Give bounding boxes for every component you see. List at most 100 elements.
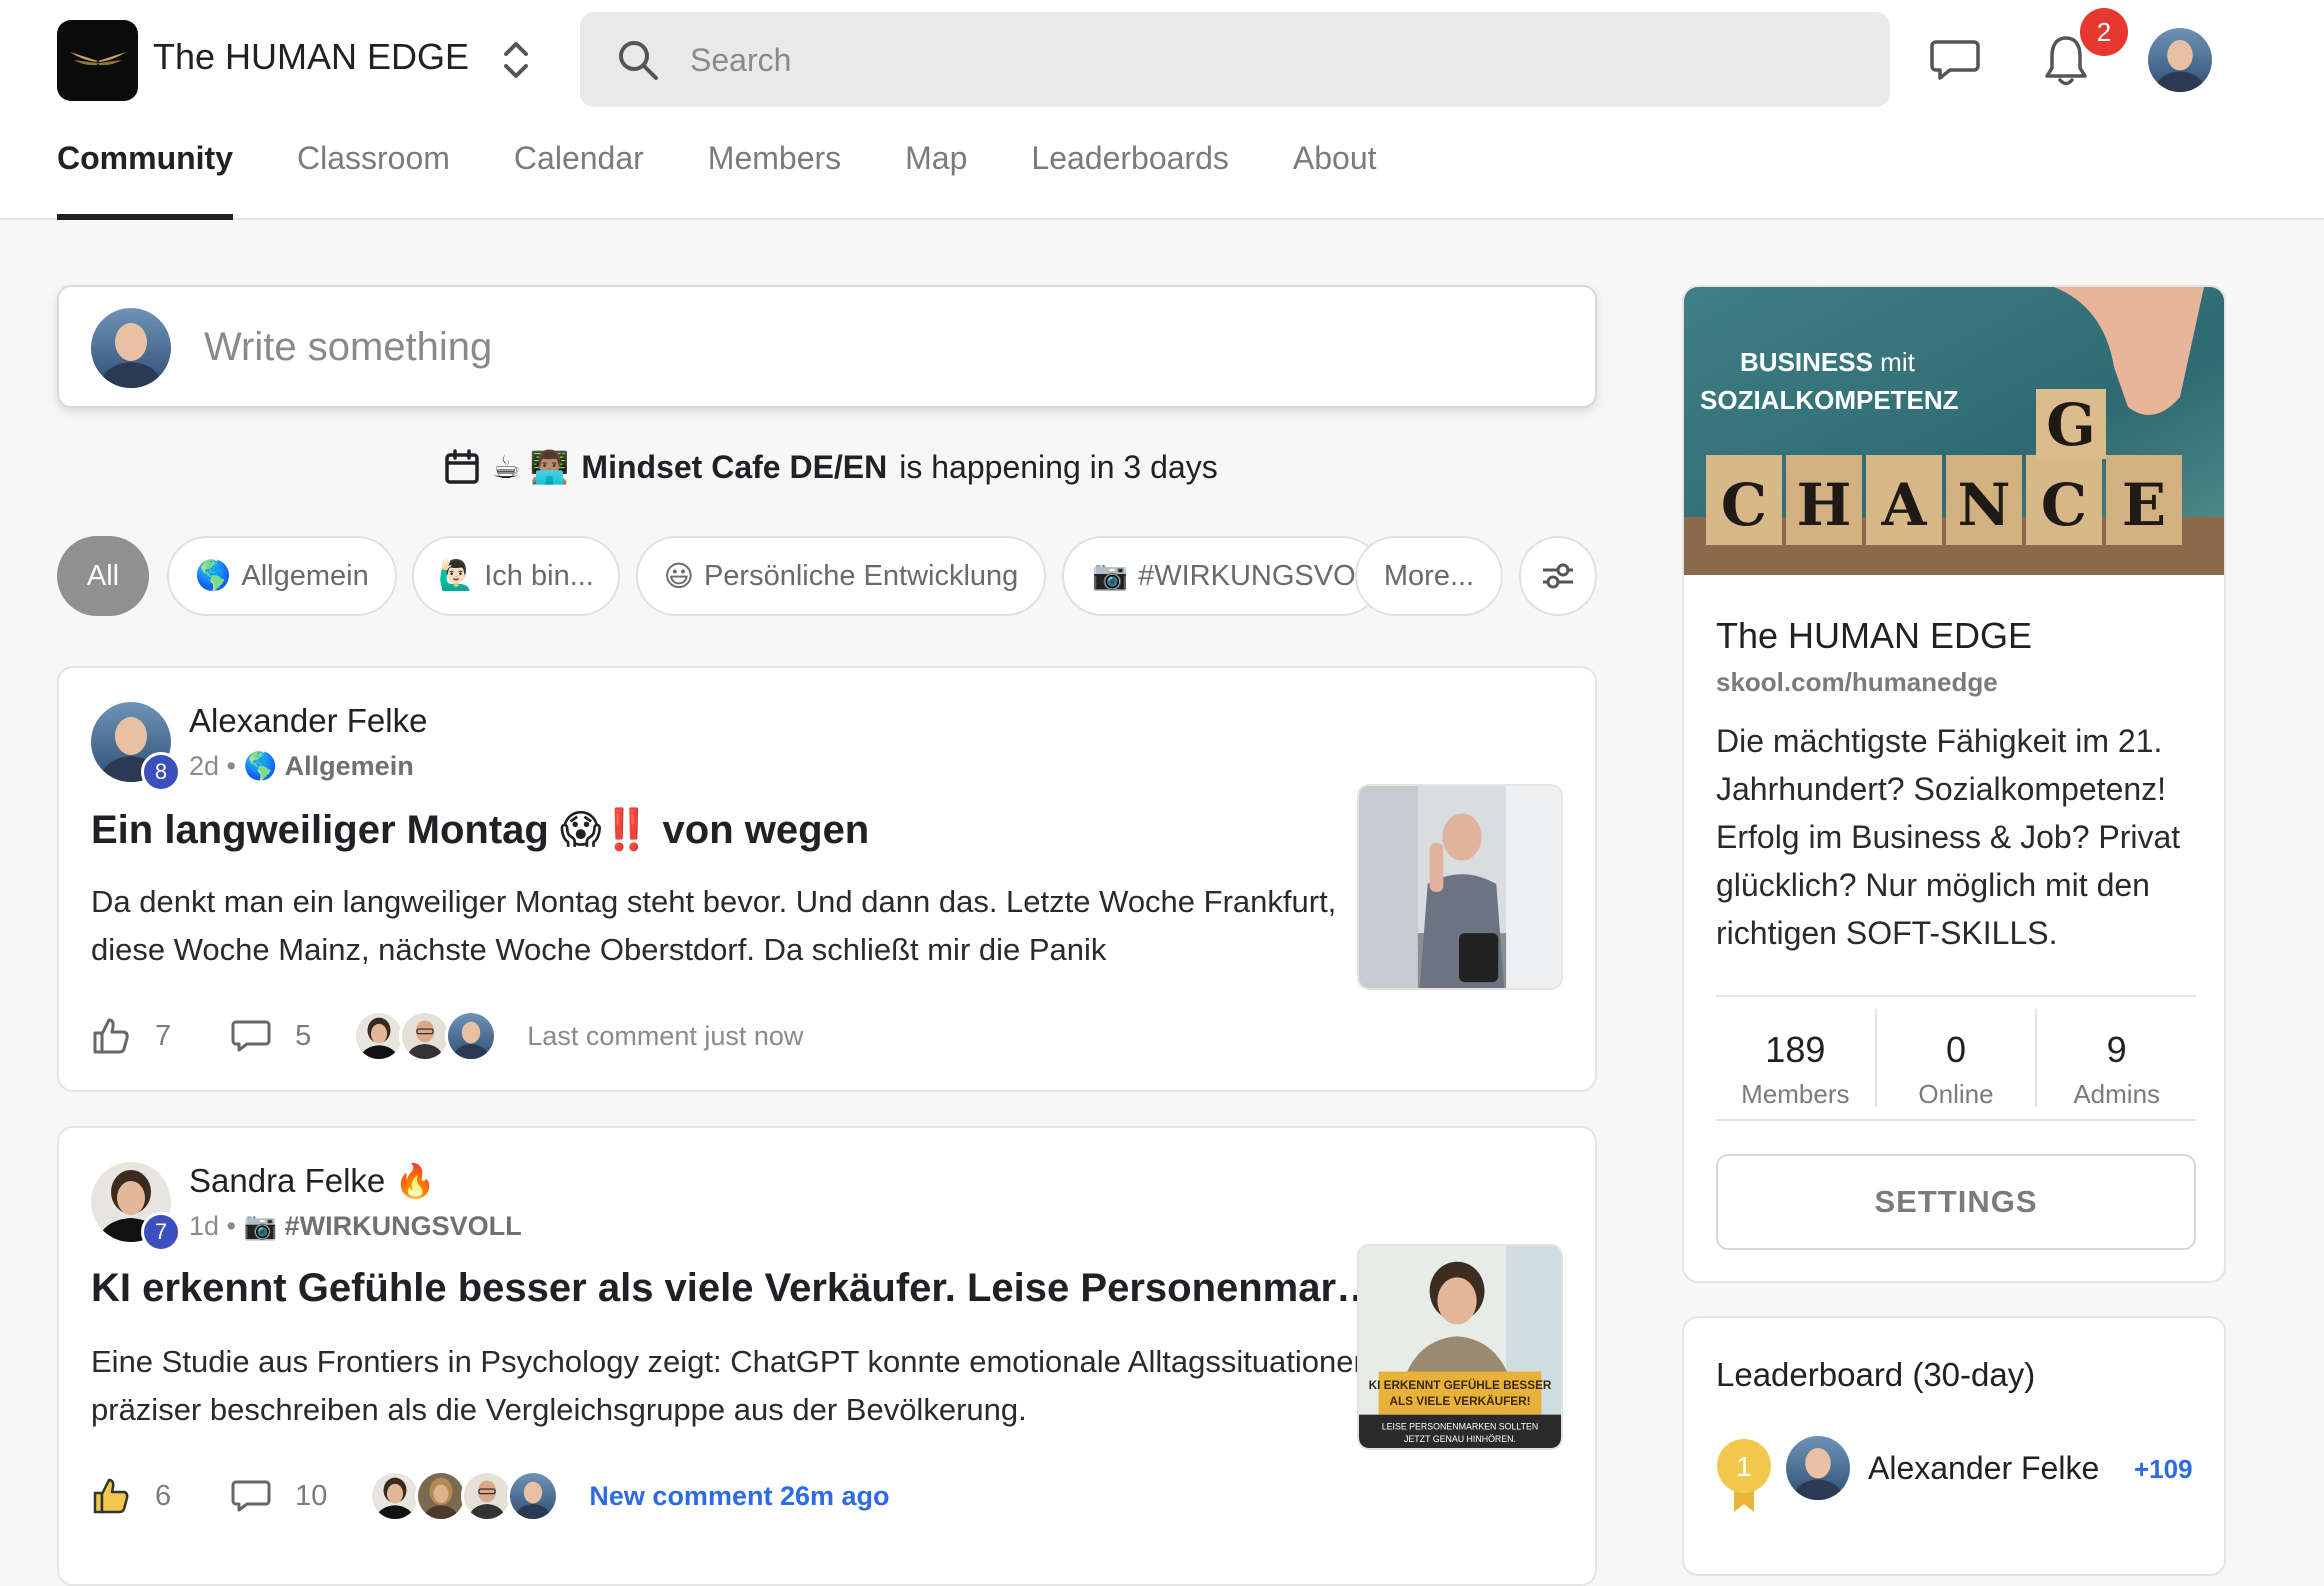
stat-label: Online — [1918, 1079, 1994, 1109]
post-card[interactable]: 8 Alexander Felke 2d • 🌎 Allgemein Ein l… — [57, 666, 1597, 1092]
stat-label: Admins — [2073, 1079, 2161, 1109]
stat-online[interactable]: 0 Online — [1877, 1009, 2038, 1109]
post-title[interactable]: KI erkennt Gefühle besser als viele Verk… — [91, 1266, 1381, 1311]
event-banner[interactable]: ☕ 👨🏽‍💻 Mindset Cafe DE/EN is happening i… — [444, 448, 1218, 486]
settings-button[interactable]: SETTINGS — [1716, 1154, 2196, 1250]
author-name[interactable]: Alexander Felke — [189, 702, 427, 740]
filter-ich-bin[interactable]: 🙋🏻‍♂️ Ich bin... — [412, 536, 620, 616]
author-name[interactable]: Sandra Felke 🔥 — [189, 1162, 436, 1201]
commenter-avatars — [353, 1010, 498, 1062]
comment-count: 5 — [295, 1019, 312, 1052]
chevron-updown-icon[interactable] — [498, 36, 534, 84]
event-emoji: ☕ 👨🏽‍💻 — [492, 449, 570, 485]
post-thumbnail[interactable]: KI ERKENNT GEFÜHLE BESSER ALS VIELE VERK… — [1357, 1244, 1563, 1450]
commenter-avatar[interactable] — [399, 1010, 452, 1062]
filter-more[interactable]: More... — [1355, 536, 1503, 616]
commenter-avatar[interactable] — [461, 1470, 514, 1522]
commenter-avatar[interactable] — [353, 1010, 406, 1062]
commenter-avatars — [369, 1470, 560, 1522]
cover-tagline-2: SOZIALKOMPETENZ — [1700, 385, 1959, 415]
commenter-avatar[interactable] — [369, 1470, 422, 1522]
leader-points: +109 — [2134, 1454, 2193, 1484]
composer-avatar — [91, 308, 171, 388]
post-excerpt[interactable]: Da denkt man ein langweiliger Montag ste… — [91, 878, 1381, 974]
leader-rank: 1 — [1736, 1451, 1752, 1482]
last-comment-time: Last comment just now — [527, 1020, 804, 1051]
community-name[interactable]: The HUMAN EDGE — [153, 36, 469, 78]
post-actions: 7 5 Last comment just now — [91, 1008, 803, 1064]
stat-value: 0 — [1945, 1029, 1967, 1070]
author-name-text: Alexander Felke — [189, 702, 428, 739]
filter-all[interactable]: All — [57, 536, 149, 616]
community-url[interactable]: skool.com/humanedge — [1716, 667, 1998, 698]
comment-icon[interactable] — [231, 1476, 271, 1516]
filter-persoenliche-entwicklung[interactable]: 😃 Persönliche Entwicklung — [636, 536, 1046, 616]
tab-leaderboards[interactable]: Leaderboards — [1031, 140, 1228, 220]
thumbs-up-icon[interactable] — [91, 1016, 131, 1056]
fire-icon: 🔥 — [394, 1162, 436, 1199]
post-actions: 6 10 New comment 26m ago — [91, 1468, 890, 1524]
community-info-card: BUSINESS mit SOZIALKOMPETENZ C H A N C E… — [1682, 285, 2226, 1283]
tab-community[interactable]: Community — [57, 140, 233, 220]
commenter-avatar[interactable] — [445, 1010, 498, 1062]
gold-medal-icon: 1 — [1717, 1439, 1771, 1512]
event-name[interactable]: Mindset Cafe DE/EN — [581, 449, 887, 486]
cover-block-letter: E — [2122, 471, 2166, 539]
chat-icon[interactable] — [1930, 36, 1980, 84]
filter-wirkungsvoll[interactable]: 📷 #WIRKUNGSVOLL — [1062, 536, 1382, 616]
search-bar[interactable] — [580, 12, 1890, 107]
post-age: 1d — [189, 1211, 220, 1241]
post-title[interactable]: Ein langweiliger Montag 😱‼️ von wegen — [91, 806, 1381, 853]
post-thumbnail[interactable] — [1357, 784, 1563, 990]
smiley-icon: 😃 — [663, 560, 694, 593]
commenter-avatar[interactable] — [415, 1470, 468, 1522]
leader-name[interactable]: Alexander Felke — [1868, 1450, 2099, 1487]
tab-about[interactable]: About — [1293, 140, 1377, 220]
user-avatar[interactable] — [2148, 28, 2212, 92]
cover-block-letter: G — [2046, 391, 2096, 459]
sliders-icon — [1543, 563, 1573, 589]
post-category[interactable]: Allgemein — [285, 751, 414, 781]
last-comment-time[interactable]: New comment 26m ago — [589, 1481, 889, 1512]
category-emoji: 📷 — [243, 1211, 278, 1241]
person-raising-hand-icon: 🙋🏻‍♂️ — [438, 560, 475, 592]
leaderboard-title[interactable]: Leaderboard (30-day) — [1716, 1356, 2035, 1394]
thumbs-up-filled-icon[interactable] — [91, 1476, 131, 1516]
comment-icon[interactable] — [231, 1016, 271, 1056]
search-input[interactable] — [690, 32, 1840, 88]
filter-allgemein[interactable]: 🌎 Allgemein — [167, 536, 397, 616]
like-count: 7 — [155, 1019, 172, 1052]
stat-members[interactable]: 189 Members — [1716, 1009, 1877, 1109]
filter-settings-button[interactable] — [1519, 536, 1597, 616]
stat-value: 9 — [2106, 1029, 2127, 1070]
thumbnail-subline-2: JETZT GENAU HINHÖREN. — [1404, 1434, 1516, 1444]
camera-icon: 📷 — [1092, 560, 1129, 592]
cover-block-letter: C — [1721, 471, 1767, 539]
community-logo[interactable] — [57, 20, 138, 101]
post-excerpt[interactable]: Eine Studie aus Frontiers in Psychology … — [91, 1338, 1381, 1434]
filter-label: Ich bin... — [484, 559, 594, 592]
filter-label: More... — [1383, 559, 1475, 592]
tab-classroom[interactable]: Classroom — [297, 140, 450, 220]
tab-map[interactable]: Map — [905, 140, 967, 220]
like-count: 6 — [155, 1479, 172, 1512]
post-category[interactable]: #WIRKUNGSVOLL — [285, 1211, 522, 1241]
post-card[interactable]: 7 Sandra Felke 🔥 1d • 📷 #WIRKUNGSVOLL KI… — [57, 1126, 1597, 1586]
comment-count: 10 — [295, 1479, 328, 1512]
post-meta: 1d • 📷 #WIRKUNGSVOLL — [189, 1211, 522, 1241]
author-name-text: Sandra Felke — [189, 1162, 386, 1199]
post-composer[interactable]: Write something — [57, 285, 1597, 408]
post-meta: 2d • 🌎 Allgemein — [189, 751, 414, 781]
leader-avatar[interactable] — [1786, 1436, 1850, 1500]
stat-admins[interactable]: 9 Admins — [2037, 1009, 2196, 1109]
commenter-avatar[interactable] — [507, 1470, 560, 1522]
search-icon — [619, 41, 658, 80]
stat-value: 189 — [1765, 1029, 1826, 1070]
composer-placeholder[interactable]: Write something — [204, 325, 492, 370]
event-time: is happening in 3 days — [899, 448, 1218, 485]
tab-calendar[interactable]: Calendar — [514, 140, 644, 220]
post-age: 2d — [189, 751, 220, 781]
stat-label: Members — [1741, 1079, 1850, 1109]
filter-label: All — [86, 559, 120, 592]
tab-members[interactable]: Members — [708, 140, 841, 220]
